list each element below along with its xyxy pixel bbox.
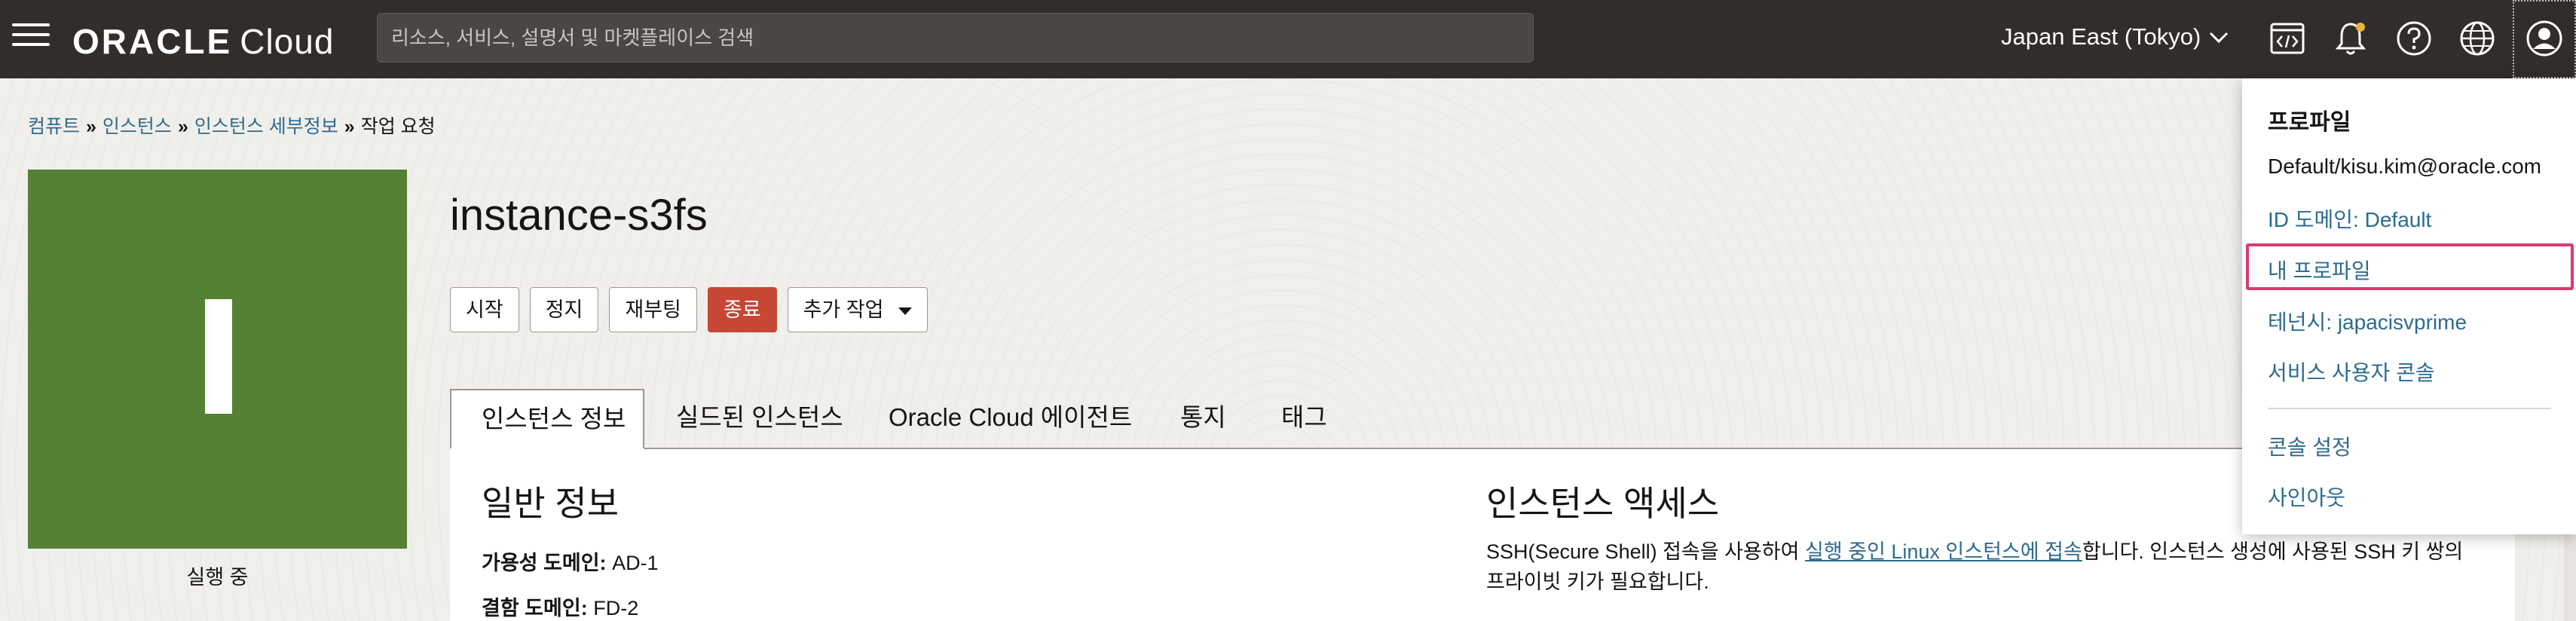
help-icon[interactable] <box>2394 18 2434 59</box>
region-selector[interactable]: Japan East (Tokyo) <box>2001 23 2229 50</box>
start-button[interactable]: 시작 <box>450 287 519 332</box>
breadcrumb-compute[interactable]: 컴퓨트 <box>28 116 80 137</box>
breadcrumb: 컴퓨트» 인스턴스» 인스턴스 세부정보» 작업 요청 <box>28 112 436 139</box>
fault-domain-label: 결함 도메인: <box>482 597 588 619</box>
notification-bell-icon[interactable] <box>2330 18 2371 59</box>
menu-icon[interactable] <box>12 23 50 54</box>
instance-tile-letter <box>205 299 232 414</box>
fault-domain-row: 결함 도메인: FD-2 <box>482 592 638 621</box>
access-text-before: SSH(Secure Shell) 접속을 사용하여 <box>1486 540 1805 563</box>
breadcrumb-instances[interactable]: 인스턴스 <box>102 116 172 137</box>
code-editor-icon[interactable] <box>2267 18 2308 59</box>
tab-oracle-cloud-agent[interactable]: Oracle Cloud 에이전트 <box>889 389 1132 449</box>
profile-menu-divider <box>2268 408 2551 409</box>
instance-status-tile <box>28 170 407 549</box>
instance-access-heading: 인스턴스 액세스 <box>1486 484 1720 523</box>
availability-domain-label: 가용성 도메인: <box>482 552 607 574</box>
more-actions-label: 추가 작업 <box>803 298 884 321</box>
identity-domain-link[interactable]: ID 도메인: Default <box>2268 203 2431 234</box>
profile-menu: 프로파일 Default/kisu.kim@oracle.com ID 도메인:… <box>2242 78 2576 534</box>
breadcrumb-separator: » <box>177 116 188 137</box>
availability-domain-row: 가용성 도메인: AD-1 <box>482 546 659 576</box>
sign-out-link[interactable]: 사인아웃 <box>2268 482 2345 512</box>
instance-state-label: 실행 중 <box>186 566 249 589</box>
caret-down-icon <box>898 307 913 315</box>
stop-button[interactable]: 정지 <box>529 287 599 332</box>
tab-shielded-instance[interactable]: 실드된 인스턴스 <box>676 389 843 449</box>
tab-tags[interactable]: 태그 <box>1281 389 1327 449</box>
page-title: instance-s3fs <box>450 191 708 240</box>
breadcrumb-instance-details[interactable]: 인스턴스 세부정보 <box>194 116 338 137</box>
breadcrumb-current: 작업 요청 <box>360 116 436 137</box>
reboot-button[interactable]: 재부팅 <box>609 287 697 332</box>
my-profile-link[interactable]: 내 프로파일 <box>2268 255 2371 285</box>
oracle-cloud-logo[interactable]: ORACLE Cloud <box>72 21 334 62</box>
tab-notifications[interactable]: 통지 <box>1180 389 1226 449</box>
search-input[interactable]: 리소스, 서비스, 설명서 및 마켓플레이스 검색 <box>377 13 1534 63</box>
service-user-console-link[interactable]: 서비스 사용자 콘솔 <box>2268 356 2435 387</box>
chevron-down-icon <box>2208 23 2229 50</box>
console-settings-link[interactable]: 콘솔 설정 <box>2268 431 2351 461</box>
profile-menu-title: 프로파일 <box>2268 110 2351 135</box>
language-globe-icon[interactable] <box>2457 18 2498 59</box>
breadcrumb-separator: » <box>86 116 96 137</box>
fault-domain-value: FD-2 <box>593 597 639 619</box>
profile-user-name: Default/kisu.kim@oracle.com <box>2268 154 2541 178</box>
tab-instance-info[interactable]: 인스턴스 정보 <box>450 389 644 449</box>
breadcrumb-separator: » <box>344 116 355 137</box>
terminate-button[interactable]: 종료 <box>707 287 777 332</box>
profile-button[interactable] <box>2513 0 2576 78</box>
logo-product: Cloud <box>240 22 335 61</box>
general-info-heading: 일반 정보 <box>482 484 620 523</box>
profile-icon <box>2524 18 2565 59</box>
instance-actions: 시작 정지 재부팅 종료 추가 작업 <box>450 287 929 332</box>
availability-domain-value: AD-1 <box>612 552 659 574</box>
instance-tabs: 인스턴스 정보 실드된 인스턴스 Oracle Cloud 에이전트 통지 태그 <box>450 389 2515 449</box>
tenancy-link[interactable]: 테넌시: japacisvprime <box>2268 306 2467 336</box>
connect-linux-instance-link[interactable]: 실행 중인 Linux 인스턴스에 접속 <box>1805 540 2082 563</box>
logo-brand: ORACLE <box>72 22 233 61</box>
top-navigation-bar: ORACLE Cloud 리소스, 서비스, 설명서 및 마켓플레이스 검색 Ja… <box>0 0 2576 78</box>
more-actions-button[interactable]: 추가 작업 <box>787 287 929 332</box>
region-label: Japan East (Tokyo) <box>2001 23 2201 50</box>
instance-access-description: SSH(Secure Shell) 접속을 사용하여 실행 중인 Linux 인… <box>1486 537 2481 597</box>
